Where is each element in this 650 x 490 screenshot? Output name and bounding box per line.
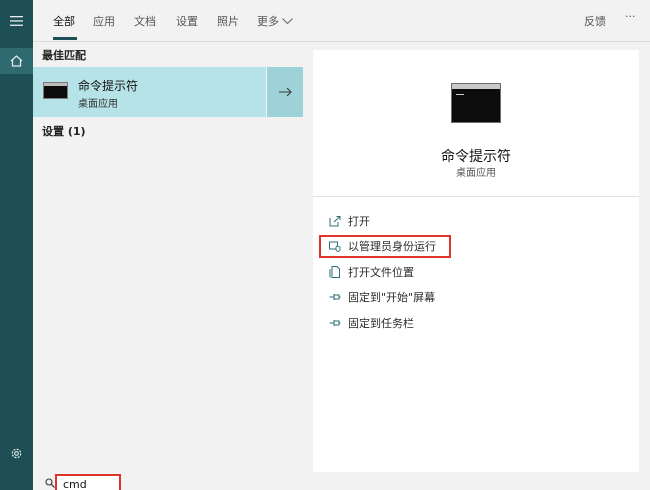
search-icon <box>45 478 55 490</box>
arrow-right-icon <box>278 87 292 97</box>
action-open-file-location[interactable]: 打开文件位置 <box>329 263 414 281</box>
action-open-file-location-label: 打开文件位置 <box>348 266 414 279</box>
chevron-down-icon <box>282 17 293 24</box>
tab-documents[interactable]: 文档 <box>134 13 156 29</box>
action-pin-to-taskbar[interactable]: 固定到任务栏 <box>329 314 414 332</box>
action-open-label: 打开 <box>348 215 370 228</box>
expand-details-button[interactable] <box>266 67 303 117</box>
app-preview: 命令提示符 桌面应用 <box>313 50 639 197</box>
active-tab-indicator <box>53 37 77 40</box>
preview-app-name: 命令提示符 <box>441 149 511 165</box>
best-match-heading: 最佳匹配 <box>42 49 86 62</box>
action-pin-to-taskbar-label: 固定到任务栏 <box>348 317 414 330</box>
action-pin-to-start-label: 固定到"开始"屏幕 <box>348 291 436 304</box>
action-open[interactable]: 打开 <box>329 212 370 230</box>
tab-more[interactable]: 更多 <box>257 13 293 29</box>
open-icon <box>329 215 341 226</box>
command-prompt-large-icon <box>451 83 501 123</box>
tab-settings[interactable]: 设置 <box>176 13 198 29</box>
feedback-button[interactable]: 反馈 <box>584 13 606 29</box>
best-match-name: 命令提示符 <box>78 79 139 93</box>
home-icon <box>10 55 23 67</box>
tab-more-label: 更多 <box>257 15 279 28</box>
search-tabs-header: 全部 应用 文档 设置 照片 更多 反馈 ··· <box>33 0 650 42</box>
tab-all[interactable]: 全部 <box>53 13 75 29</box>
hamburger-menu-button[interactable] <box>0 8 33 34</box>
best-match-type: 桌面应用 <box>78 99 118 110</box>
best-match-result[interactable]: 命令提示符 桌面应用 <box>33 67 266 117</box>
pin-icon <box>329 320 341 326</box>
preview-app-type: 桌面应用 <box>456 168 496 179</box>
home-button[interactable] <box>0 48 33 74</box>
tab-apps[interactable]: 应用 <box>93 13 115 29</box>
file-location-icon <box>329 266 340 278</box>
settings-results-heading[interactable]: 设置 (1) <box>42 123 86 139</box>
search-bar <box>33 472 650 490</box>
search-input[interactable] <box>55 474 121 490</box>
hamburger-icon <box>10 16 23 26</box>
results-panel: 最佳匹配 命令提示符 桌面应用 设置 (1) <box>33 42 307 472</box>
settings-button[interactable] <box>0 440 33 466</box>
gear-icon <box>11 448 22 458</box>
run-as-admin-highlight <box>319 235 451 258</box>
action-pin-to-start[interactable]: 固定到"开始"屏幕 <box>329 288 435 306</box>
details-panel: 命令提示符 桌面应用 打开 以管理员身份运行 打开文件位置 固定到"开始"屏幕 <box>313 50 639 472</box>
more-options-button[interactable]: ··· <box>625 10 636 23</box>
pin-icon <box>329 294 341 300</box>
command-prompt-icon <box>43 82 68 99</box>
tab-photos[interactable]: 照片 <box>217 13 239 29</box>
left-rail <box>0 0 33 490</box>
